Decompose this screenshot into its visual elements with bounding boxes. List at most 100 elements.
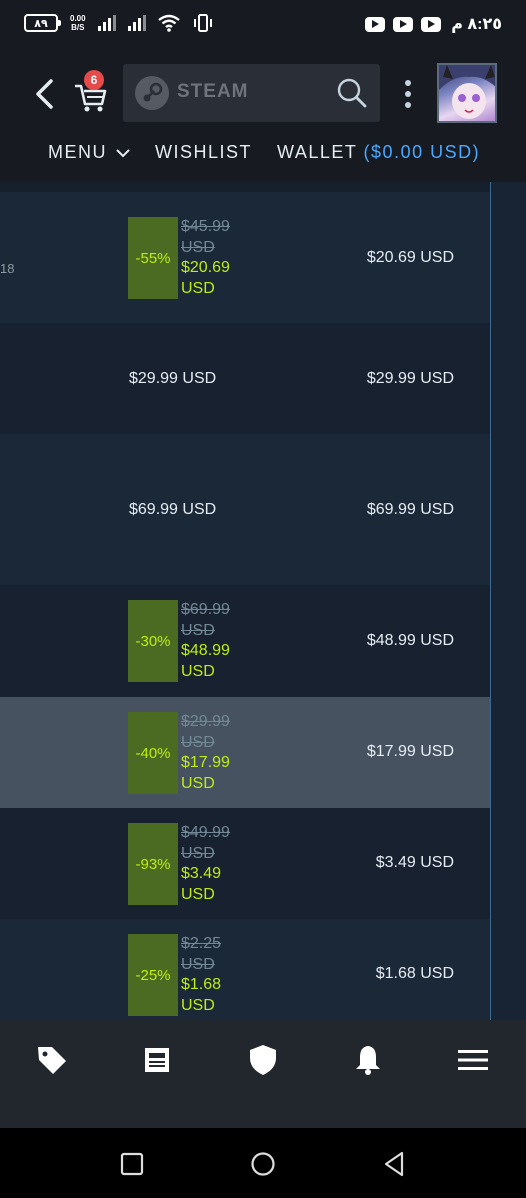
search-icon[interactable] bbox=[336, 77, 368, 109]
battery-level: ٨٩ bbox=[34, 17, 48, 30]
price-block: $29.99 USD $17.99 USD bbox=[181, 712, 291, 794]
cart-item-row[interactable]: $29.99 USD $29.99 USD bbox=[0, 323, 490, 434]
app-header: 6 STEAM MENU WISHLIST WALLET ($0.00 USD) bbox=[0, 52, 526, 182]
original-price: $2.25 bbox=[181, 935, 222, 952]
discount-badge: -30% bbox=[128, 600, 178, 682]
original-currency: USD bbox=[181, 238, 215, 256]
more-options-button[interactable] bbox=[396, 76, 420, 112]
steam-logo-icon bbox=[135, 76, 169, 110]
cart-button[interactable]: 6 bbox=[72, 70, 112, 114]
item-subtotal: $17.99 USD bbox=[366, 743, 454, 760]
home-button[interactable] bbox=[249, 1150, 277, 1178]
signal-icon bbox=[97, 15, 116, 31]
wallet-balance: ($0.00 USD) bbox=[363, 142, 481, 162]
item-subtotal: $3.49 USD bbox=[375, 854, 454, 871]
discount-badge: -93% bbox=[128, 823, 178, 905]
cart-item-row[interactable]: 18 -55% $45.99 USD $20.69 USD $20.69 USD bbox=[0, 192, 490, 323]
shield-icon bbox=[250, 1045, 276, 1075]
cart-item-row[interactable]: $69.99 USD $69.99 USD bbox=[0, 434, 490, 585]
wishlist-link[interactable]: WISHLIST bbox=[155, 142, 252, 163]
price-block: $45.99 USD $20.69 USD bbox=[181, 217, 291, 299]
item-date-fragment: 18 bbox=[0, 261, 15, 276]
final-price: $3.49 bbox=[181, 865, 222, 882]
bottom-nav bbox=[0, 1020, 526, 1128]
back-arrow-icon bbox=[36, 79, 53, 109]
discount-badge: -55% bbox=[128, 217, 178, 299]
tag-icon bbox=[38, 1047, 66, 1074]
menu-label: MENU bbox=[48, 142, 107, 162]
list-top-strip bbox=[0, 182, 490, 192]
news-icon bbox=[145, 1048, 169, 1072]
bell-icon bbox=[356, 1046, 380, 1075]
status-bar: ٨٩ 0.00 B/S ٨:٢٥ م bbox=[0, 0, 526, 52]
avatar[interactable] bbox=[437, 63, 497, 123]
clock: ٨:٢٥ م bbox=[451, 16, 502, 33]
discount-badge: -40% bbox=[128, 712, 178, 794]
wallet-link[interactable]: WALLET ($0.00 USD) bbox=[277, 142, 480, 163]
discount-badge: -25% bbox=[128, 934, 178, 1016]
final-currency: USD bbox=[181, 279, 215, 297]
network-speed-unit: B/S bbox=[71, 23, 85, 32]
final-currency: USD bbox=[181, 996, 215, 1014]
wifi-icon bbox=[157, 14, 180, 32]
original-currency: USD bbox=[181, 621, 215, 639]
notifications-tab[interactable] bbox=[350, 1042, 386, 1078]
final-price: $1.68 bbox=[181, 976, 222, 993]
circle-icon bbox=[251, 1152, 275, 1176]
store-tab[interactable] bbox=[34, 1042, 70, 1078]
chevron-down-icon bbox=[115, 149, 130, 158]
system-navigation-bar bbox=[0, 1128, 526, 1198]
steam-wordmark: STEAM bbox=[177, 81, 249, 102]
main-menu-tab[interactable] bbox=[455, 1042, 491, 1078]
wallet-label: WALLET bbox=[277, 142, 358, 162]
cart-item-row-selected[interactable]: -40% $29.99 USD $17.99 USD $17.99 USD bbox=[0, 697, 490, 808]
column-divider bbox=[490, 182, 491, 1020]
item-subtotal: $1.68 USD bbox=[375, 965, 454, 982]
item-subtotal: $69.99 USD bbox=[366, 501, 454, 518]
youtube-notification-icon bbox=[365, 16, 386, 32]
cart-item-row[interactable]: -93% $49.99 USD $3.49 USD $3.49 USD bbox=[0, 808, 490, 919]
system-back-button[interactable] bbox=[380, 1150, 408, 1178]
menu-icon bbox=[458, 1050, 488, 1070]
item-subtotal: $29.99 USD bbox=[366, 370, 454, 387]
item-price: $29.99 USD bbox=[129, 370, 217, 387]
cart-item-row[interactable]: -30% $69.99 USD $48.99 USD $48.99 USD bbox=[0, 585, 490, 697]
square-icon bbox=[120, 1152, 144, 1176]
final-price: $17.99 bbox=[181, 754, 230, 771]
final-currency: USD bbox=[181, 662, 215, 680]
original-price: $29.99 bbox=[181, 713, 230, 730]
youtube-notification-icon bbox=[393, 16, 414, 32]
item-subtotal: $48.99 USD bbox=[366, 632, 454, 649]
item-price: $69.99 USD bbox=[129, 501, 217, 518]
price-block: $49.99 USD $3.49 USD bbox=[181, 823, 291, 905]
final-price: $48.99 bbox=[181, 642, 230, 659]
original-price: $45.99 bbox=[181, 218, 230, 235]
store-nav: MENU WISHLIST WALLET ($0.00 USD) bbox=[0, 140, 526, 168]
price-block: $69.99 USD $48.99 USD bbox=[181, 600, 291, 682]
original-currency: USD bbox=[181, 844, 215, 862]
cart-item-row[interactable]: -25% $2.25 USD $1.68 USD $1.68 USD bbox=[0, 919, 490, 1020]
search-bar[interactable]: STEAM bbox=[123, 64, 380, 122]
cart-count-badge: 6 bbox=[84, 70, 104, 90]
youtube-notification-icon bbox=[421, 16, 442, 32]
guard-tab[interactable] bbox=[245, 1042, 281, 1078]
original-currency: USD bbox=[181, 733, 215, 751]
news-tab[interactable] bbox=[139, 1042, 175, 1078]
vibrate-icon bbox=[193, 14, 212, 32]
scroll-area bbox=[491, 182, 526, 1020]
triangle-back-icon bbox=[384, 1151, 404, 1177]
item-subtotal: $20.69 USD bbox=[366, 249, 454, 266]
original-price: $49.99 bbox=[181, 824, 230, 841]
final-price: $20.69 bbox=[181, 259, 230, 276]
menu-dropdown[interactable]: MENU bbox=[48, 142, 130, 163]
cart-list[interactable]: 18 -55% $45.99 USD $20.69 USD $20.69 USD… bbox=[0, 182, 526, 1020]
network-speed-value: 0.00 bbox=[70, 14, 86, 23]
back-button[interactable] bbox=[26, 72, 62, 116]
signal-icon-2 bbox=[127, 15, 146, 31]
recents-button[interactable] bbox=[118, 1150, 146, 1178]
battery-icon: ٨٩ bbox=[24, 14, 61, 32]
original-price: $69.99 bbox=[181, 601, 230, 618]
final-currency: USD bbox=[181, 774, 215, 792]
network-speed: 0.00 B/S bbox=[70, 14, 86, 32]
price-block: $2.25 USD $1.68 USD bbox=[181, 934, 291, 1016]
